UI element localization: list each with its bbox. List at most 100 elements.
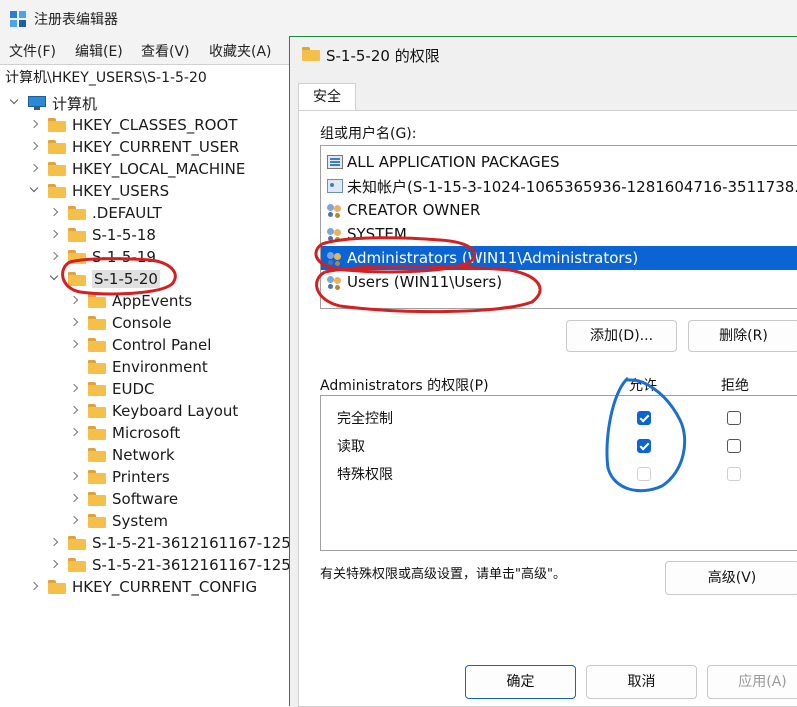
menu-edit[interactable]: 编辑(E): [75, 41, 123, 61]
folder-icon: [88, 470, 106, 484]
user-list[interactable]: ALL APPLICATION PACKAGES 未知帐户(S-1-15-3-10…: [320, 145, 797, 309]
group-icon: [327, 227, 343, 241]
user-name: Users (WIN11\Users): [347, 273, 503, 291]
chevron-right-icon[interactable]: [68, 338, 82, 352]
tree-node[interactable]: Microsoft: [68, 422, 180, 444]
tree-node[interactable]: Control Panel: [68, 334, 211, 356]
chevron-right-icon[interactable]: [48, 206, 62, 220]
permission-name: 完全控制: [337, 411, 393, 427]
user-list-item[interactable]: 未知帐户(S-1-15-3-1024-1065365936-1281604716…: [321, 174, 797, 198]
chevron-right-icon[interactable]: [48, 250, 62, 264]
tree-node[interactable]: S-1-5-19: [48, 246, 156, 268]
tree-node[interactable]: 计算机: [8, 92, 97, 114]
group-icon: [327, 251, 343, 265]
tree-node[interactable]: Printers: [68, 466, 170, 488]
user-list-item[interactable]: Administrators (WIN11\Administrators): [321, 246, 797, 270]
tree-node[interactable]: System: [68, 510, 168, 532]
remove-button[interactable]: 删除(R): [688, 320, 797, 352]
chevron-right-icon[interactable]: [68, 294, 82, 308]
user-list-item[interactable]: SYSTEM: [321, 222, 797, 246]
user-list-item[interactable]: Users (WIN11\Users): [321, 270, 797, 294]
folder-icon: [68, 250, 86, 264]
permission-row: 完全控制: [321, 404, 797, 432]
folder-icon: [68, 558, 86, 572]
tree-node[interactable]: Keyboard Layout: [68, 400, 238, 422]
user-name: Administrators (WIN11\Administrators): [347, 249, 639, 267]
tree-node[interactable]: HKEY_CURRENT_USER: [28, 136, 239, 158]
dialog-title-bar[interactable]: S-1-5-20 的权限: [290, 37, 797, 71]
add-button[interactable]: 添加(D)...: [566, 320, 677, 352]
tree-node[interactable]: Environment: [68, 356, 208, 378]
menu-view[interactable]: 查看(V): [141, 41, 190, 61]
regedit-app-icon: [10, 11, 26, 27]
folder-icon: [88, 360, 106, 374]
chevron-right-icon[interactable]: [28, 162, 42, 176]
group-or-user-label: 组或用户名(G):: [320, 126, 417, 142]
chevron-right-icon[interactable]: [28, 118, 42, 132]
folder-icon: [48, 118, 66, 132]
deny-checkbox: [727, 467, 741, 481]
user-name: CREATOR OWNER: [347, 201, 481, 219]
chevron-right-icon[interactable]: [68, 492, 82, 506]
tree-node[interactable]: Console: [68, 312, 172, 334]
tree-node-label: Printers: [112, 468, 170, 486]
tree-node[interactable]: HKEY_USERS: [28, 180, 169, 202]
user-list-item[interactable]: ALL APPLICATION PACKAGES: [321, 150, 797, 174]
allow-checkbox[interactable]: [637, 411, 651, 425]
chevron-right-icon[interactable]: [68, 470, 82, 484]
tree-node-label: HKEY_CLASSES_ROOT: [72, 116, 238, 134]
allow-checkbox[interactable]: [637, 439, 651, 453]
tree-node-label: S-1-5-19: [92, 248, 156, 266]
chevron-right-icon[interactable]: [68, 514, 82, 528]
tree-node[interactable]: S-1-5-21-3612161167-1255: [48, 554, 300, 576]
deny-checkbox[interactable]: [727, 411, 741, 425]
chevron-right-icon[interactable]: [48, 228, 62, 242]
tree-node[interactable]: HKEY_CURRENT_CONFIG: [28, 576, 257, 598]
tree-node[interactable]: Software: [68, 488, 178, 510]
menu-file[interactable]: 文件(F): [9, 41, 56, 61]
apply-button[interactable]: 应用(A): [707, 665, 797, 699]
chevron-right-icon[interactable]: [68, 426, 82, 440]
tree-node[interactable]: AppEvents: [68, 290, 192, 312]
chevron-right-icon[interactable]: [68, 382, 82, 396]
tree-node[interactable]: EUDC: [68, 378, 154, 400]
computer-icon: [28, 96, 46, 110]
tree-node-label: S-1-5-20: [92, 270, 160, 288]
menu-favorites[interactable]: 收藏夹(A): [209, 41, 272, 61]
chevron-right-icon[interactable]: [68, 316, 82, 330]
deny-checkbox[interactable]: [727, 439, 741, 453]
tree-node-label: 计算机: [52, 94, 98, 113]
tree-node[interactable]: .DEFAULT: [48, 202, 162, 224]
chevron-down-icon[interactable]: [48, 272, 62, 286]
tree-node[interactable]: S-1-5-21-3612161167-1255: [48, 532, 300, 554]
tab-security[interactable]: 安全: [298, 83, 356, 111]
user-name: ALL APPLICATION PACKAGES: [347, 153, 560, 171]
permissions-dialog: S-1-5-20 的权限 安全 组或用户名(G): ALL APPLICATIO…: [289, 36, 797, 707]
user-list-item[interactable]: CREATOR OWNER: [321, 198, 797, 222]
folder-icon: [68, 272, 86, 286]
folder-icon: [88, 294, 106, 308]
ok-button[interactable]: 确定: [465, 665, 576, 699]
cancel-button[interactable]: 取消: [586, 665, 697, 699]
tree-node[interactable]: HKEY_CLASSES_ROOT: [28, 114, 237, 136]
tree-node[interactable]: Network: [68, 444, 175, 466]
folder-icon: [48, 580, 66, 594]
chevron-right-icon[interactable]: [48, 558, 62, 572]
chevron-down-icon[interactable]: [8, 96, 22, 110]
chevron-right-icon[interactable]: [28, 580, 42, 594]
tree-node[interactable]: HKEY_LOCAL_MACHINE: [28, 158, 245, 180]
folder-icon: [88, 316, 106, 330]
tree-node-label: Software: [112, 490, 179, 508]
chevron-right-icon[interactable]: [48, 536, 62, 550]
chevron-right-icon[interactable]: [68, 404, 82, 418]
chevron-down-icon[interactable]: [28, 184, 42, 198]
tree-node[interactable]: S-1-5-18: [48, 224, 156, 246]
advanced-button[interactable]: 高级(V): [665, 561, 797, 595]
chevron-right-icon[interactable]: [28, 140, 42, 154]
tree-node[interactable]: S-1-5-20: [48, 268, 160, 290]
folder-icon: [88, 382, 106, 396]
tree-node-label: Console: [112, 314, 172, 332]
regedit-title-bar: 注册表编辑器: [0, 0, 797, 38]
